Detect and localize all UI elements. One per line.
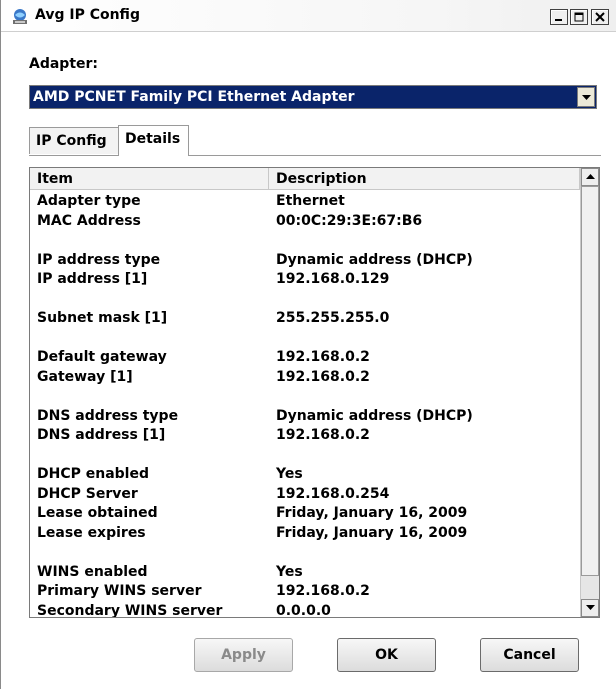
row-item: Lease expires [37,524,146,541]
table-row[interactable] [30,447,580,467]
table-row[interactable]: IP address type Dynamic address (DHCP) [30,252,580,272]
row-description: 192.168.0.254 [276,485,390,502]
scroll-down-button[interactable] [581,599,599,617]
row-description: 192.168.0.129 [276,271,390,287]
table-row[interactable]: Adapter type Ethernet [30,193,580,213]
table-row[interactable] [30,330,580,350]
close-icon [595,12,605,22]
row-description: Dynamic address (DHCP) [276,407,473,424]
minimize-button[interactable] [550,9,568,25]
column-header-item[interactable]: Item [30,168,269,190]
ip-config-window: Avg IP Config Adapter: AMD PCNET Family … [0,0,616,689]
maximize-button[interactable] [570,9,588,25]
ok-button[interactable]: OK [337,638,436,672]
network-computer-icon [11,8,29,25]
row-item: Default gateway [37,349,167,365]
column-header-description[interactable]: Description [269,168,580,190]
row-description: Ethernet [276,193,345,209]
maximize-icon [574,12,584,22]
row-item: IP address [1] [37,271,148,287]
table-row[interactable]: IP address [1] 192.168.0.129 [30,271,580,291]
row-item: Primary WINS server [37,583,202,599]
table-row[interactable]: DHCP enabled Yes [30,466,580,486]
list-header: Item Description [30,168,580,190]
table-row[interactable]: Lease expires Friday, January 16, 2009 [30,525,580,545]
tab-details[interactable]: Details [118,125,189,156]
row-description: Dynamic address (DHCP) [276,251,473,268]
row-item: DHCP enabled [37,466,149,482]
row-description: 192.168.0.2 [276,368,370,385]
row-description: Friday, January 16, 2009 [276,505,468,521]
chevron-down-icon [586,605,595,610]
table-row[interactable]: Lease obtained Friday, January 16, 2009 [30,505,580,525]
dropdown-arrow-button[interactable] [577,87,595,107]
row-description: 192.168.0.2 [276,349,370,365]
list-rows: Adapter type Ethernet MAC Address 00:0C:29:… [30,193,580,618]
table-row[interactable] [30,291,580,311]
row-item: Lease obtained [37,505,158,521]
row-item: DNS address [1] [37,427,166,443]
row-item: MAC Address [37,212,141,229]
cancel-button[interactable]: Cancel [480,638,579,672]
table-row[interactable]: Primary WINS server 192.168.0.2 [30,583,580,603]
row-item: Adapter type [37,193,141,209]
row-item: Subnet mask [1] [37,310,168,326]
adapter-label: Adapter: [29,56,99,72]
table-row[interactable]: Secondary WINS server 0.0.0.0 [30,602,580,618]
apply-button[interactable]: Apply [194,638,293,672]
table-row[interactable]: DHCP Server 192.168.0.254 [30,486,580,506]
table-row[interactable]: DNS address [1] 192.168.0.2 [30,427,580,447]
chevron-up-icon [586,174,595,179]
details-list[interactable]: Item Description Adapter type Ethernet MAC… [29,167,600,618]
tab-divider [29,155,601,156]
row-item: DHCP Server [37,485,138,502]
row-item: Gateway [1] [37,368,133,385]
row-description: 192.168.0.2 [276,583,370,599]
chevron-down-icon [582,95,591,100]
table-row[interactable] [30,544,580,564]
vertical-scrollbar[interactable] [580,168,599,617]
minimize-icon [555,19,562,21]
row-description: 00:0C:29:3E:67:B6 [276,212,423,229]
table-row[interactable]: MAC Address 00:0C:29:3E:67:B6 [30,213,580,233]
row-description: 255.255.255.0 [276,310,390,326]
row-description: Friday, January 16, 2009 [276,524,468,541]
close-button[interactable] [591,9,609,25]
table-row[interactable]: WINS enabled Yes [30,564,580,584]
window-title: Avg IP Config [35,7,140,23]
table-row[interactable]: Subnet mask [1] 255.255.255.0 [30,310,580,330]
table-row[interactable]: Gateway [1] 192.168.0.2 [30,369,580,389]
adapter-dropdown[interactable]: AMD PCNET Family PCI Ethernet Adapter [29,85,597,109]
row-item: Secondary WINS server [37,602,223,618]
title-bar[interactable]: Avg IP Config [1,0,616,32]
tab-ip-config[interactable]: IP Config [29,127,119,154]
scrollbar-thumb[interactable] [581,186,599,576]
row-description: 0.0.0.0 [276,602,331,618]
table-row[interactable]: DNS address type Dynamic address (DHCP) [30,408,580,428]
table-row[interactable] [30,232,580,252]
table-row[interactable]: Default gateway 192.168.0.2 [30,349,580,369]
row-item: WINS enabled [37,563,148,580]
row-description: Yes [276,466,303,482]
table-row[interactable] [30,388,580,408]
row-item: DNS address type [37,407,179,424]
row-description: Yes [276,563,303,580]
row-item: IP address type [37,251,161,268]
adapter-selected-value: AMD PCNET Family PCI Ethernet Adapter [33,89,355,105]
scroll-up-button[interactable] [581,168,599,186]
row-description: 192.168.0.2 [276,427,370,443]
